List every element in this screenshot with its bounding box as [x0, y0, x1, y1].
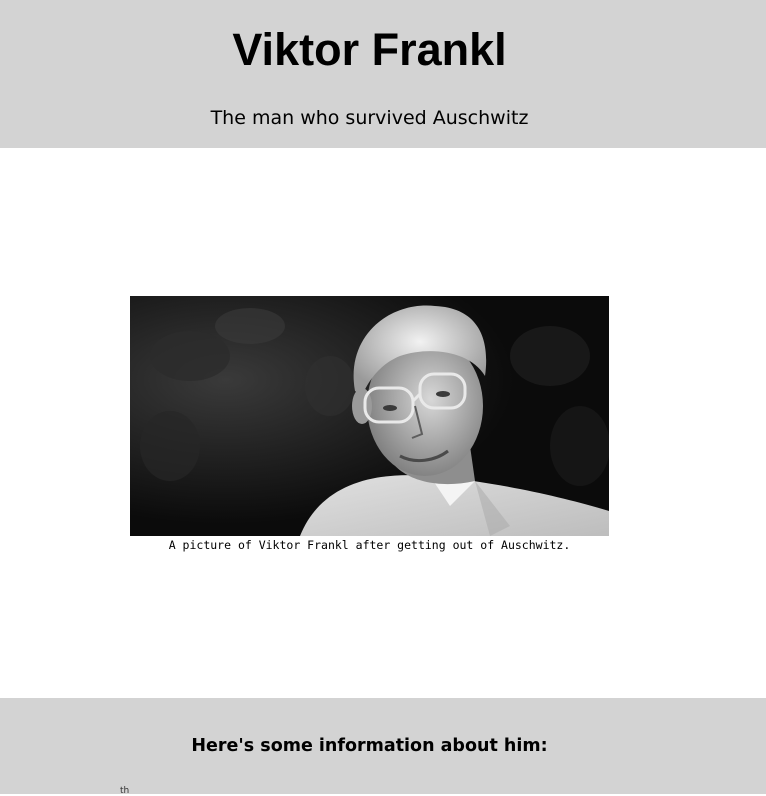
info-heading: Here's some information about him:: [191, 736, 548, 756]
page-subtitle: The man who survived Auschwitz: [210, 107, 529, 129]
info-section: Here's some information about him: th: [0, 698, 766, 796]
page-header: Viktor Frankl The man who survived Ausch…: [0, 0, 766, 148]
page-title: Viktor Frankl: [232, 24, 507, 75]
info-partial-text: th: [120, 786, 130, 796]
portrait-photo: [130, 296, 609, 536]
portrait-caption: A picture of Viktor Frankl after getting…: [168, 538, 571, 552]
portrait-figure: A picture of Viktor Frankl after getting…: [130, 296, 609, 553]
